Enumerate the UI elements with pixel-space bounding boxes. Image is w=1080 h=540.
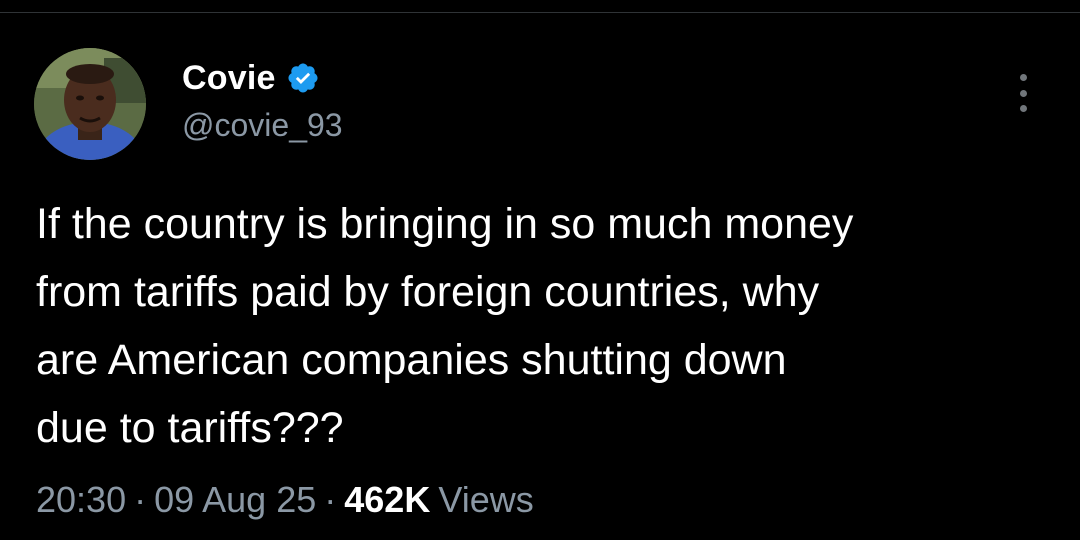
views-label: Views [438,479,534,520]
meta-separator: · [134,479,147,520]
views-count[interactable]: 462K [344,479,430,521]
more-vertical-icon-dot [1019,89,1027,97]
more-vertical-icon [1019,74,1027,81]
verified-badge-icon [286,61,320,95]
more-vertical-icon-dot [1019,105,1027,112]
author-handle[interactable]: @covie_93 [182,107,343,144]
author-name-row: Covie [182,56,320,100]
tweet-meta: 20:30 · 09 Aug 25 · 462K Views [36,474,534,526]
meta-separator: · [324,479,337,520]
avatar-image [34,48,146,160]
tweet-date[interactable]: 09 Aug 25 [154,479,316,521]
avatar[interactable] [34,48,146,160]
tweet-text: If the country is bringing in so much mo… [36,200,854,452]
tweet-time[interactable]: 20:30 [36,479,126,521]
top-divider [0,12,1080,13]
tweet-screen: Covie @covie_93 If the country is bringi… [0,0,1080,540]
more-options-button[interactable] [1004,70,1042,116]
author-display-name[interactable]: Covie [182,59,276,98]
